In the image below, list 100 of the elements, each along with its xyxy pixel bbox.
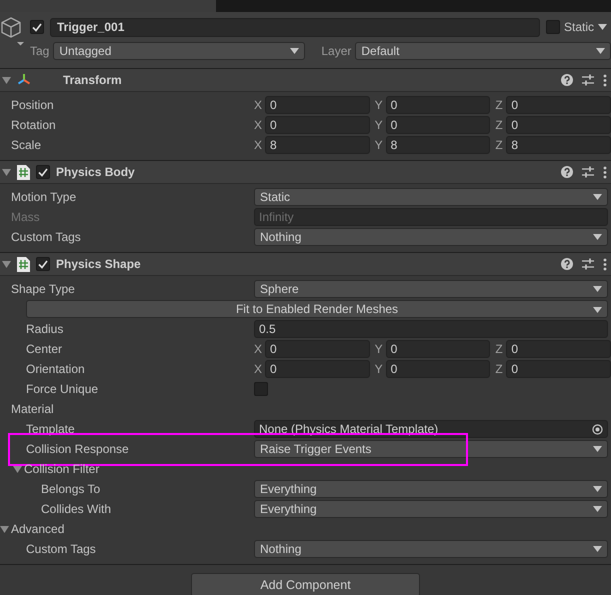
number-field[interactable]: 0	[386, 340, 490, 358]
axis-label: Y	[374, 362, 384, 376]
more-icon[interactable]	[603, 258, 607, 270]
number-field[interactable]: 0	[386, 96, 490, 114]
field-label: Collides With	[41, 502, 112, 516]
dropdown[interactable]: Everything	[254, 500, 608, 518]
cube-icon[interactable]	[0, 16, 24, 46]
number-field[interactable]: 0	[265, 116, 370, 134]
tag-label: Tag	[30, 44, 50, 58]
foldout-arrow-icon[interactable]	[2, 76, 11, 84]
static-label[interactable]: Static	[564, 20, 594, 34]
axis-label: Y	[374, 98, 384, 112]
script-icon	[17, 164, 30, 180]
component-header[interactable]: Physics Shape	[0, 253, 611, 276]
caret-icon	[593, 446, 602, 452]
dropdown[interactable]: Raise Trigger Events	[254, 440, 608, 458]
axes-icon	[17, 73, 31, 87]
number-field[interactable]: 8	[265, 136, 370, 154]
axis-label: Y	[374, 138, 384, 152]
object-picker-icon[interactable]	[592, 424, 603, 434]
field-label: Scale	[11, 138, 42, 152]
axis-label: Y	[374, 342, 384, 356]
foldout-arrow-icon[interactable]	[2, 260, 11, 268]
enable-checkbox[interactable]	[36, 257, 50, 271]
component-title: Physics Body	[56, 165, 136, 179]
field-label: Template	[26, 422, 75, 436]
script-icon	[17, 256, 30, 272]
field-label: Center	[26, 342, 62, 356]
axis-label: Z	[495, 342, 504, 356]
name-field[interactable]: Trigger_001	[50, 18, 540, 36]
number-field[interactable]: 0	[386, 360, 490, 378]
tag-dropdown[interactable]: Untagged	[53, 42, 306, 60]
axis-label: Z	[495, 362, 504, 376]
help-icon[interactable]	[561, 166, 573, 178]
number-field[interactable]: 0	[506, 340, 611, 358]
caret-icon	[598, 24, 607, 30]
number-field[interactable]: 0	[265, 96, 370, 114]
number-field[interactable]: 0	[265, 340, 370, 358]
number-field[interactable]: 0	[506, 360, 611, 378]
checkbox[interactable]	[254, 382, 268, 396]
field-label: Collision Response	[26, 442, 129, 456]
number-field[interactable]: 0	[506, 116, 611, 134]
dropdown[interactable]: Nothing	[254, 540, 608, 558]
dropdown[interactable]: Everything	[254, 480, 608, 498]
number-field[interactable]: 8	[506, 136, 611, 154]
number-field[interactable]: 8	[386, 136, 490, 154]
axis-label: Z	[495, 138, 504, 152]
settings-icon[interactable]	[582, 258, 594, 270]
component-title: Transform	[63, 73, 123, 87]
text-field[interactable]: 0.5	[254, 320, 608, 338]
enable-checkbox[interactable]	[36, 165, 50, 179]
number-field[interactable]: 0	[386, 116, 490, 134]
caret-icon	[596, 48, 605, 54]
axis-label: X	[254, 138, 263, 152]
dropdown[interactable]: Static	[254, 188, 608, 206]
caret-icon	[593, 546, 602, 552]
foldout-arrow-icon[interactable]	[13, 464, 22, 474]
field-label: Custom Tags	[26, 542, 96, 556]
add-component-button[interactable]: Add Component	[191, 573, 420, 595]
more-icon[interactable]	[603, 74, 607, 86]
axis-label: Y	[374, 118, 384, 132]
field-label: Custom Tags	[11, 230, 81, 244]
foldout-arrow-icon[interactable]	[0, 524, 9, 534]
axis-label: X	[254, 342, 263, 356]
more-icon[interactable]	[603, 166, 607, 178]
field-label: Mass	[11, 210, 40, 224]
dropdown[interactable]: Nothing	[254, 228, 608, 246]
caret-icon	[593, 307, 602, 313]
field-label: Orientation	[26, 362, 85, 376]
axis-label: X	[254, 362, 263, 376]
field-label: Belongs To	[41, 482, 100, 496]
axis-label: X	[254, 118, 263, 132]
foldout-arrow-icon[interactable]	[2, 168, 11, 176]
field-label: Position	[11, 98, 54, 112]
settings-icon[interactable]	[582, 166, 594, 178]
caret-icon	[593, 486, 602, 492]
caret-icon	[593, 506, 602, 512]
dropdown[interactable]: Fit to Enabled Render Meshes	[26, 300, 608, 318]
settings-icon[interactable]	[582, 74, 594, 86]
caret-icon	[290, 48, 300, 54]
object-field[interactable]: None (Physics Material Template)	[254, 420, 608, 438]
help-icon[interactable]	[561, 74, 573, 86]
number-field[interactable]: 0	[506, 96, 611, 114]
component-header[interactable]: Transform	[0, 69, 611, 92]
caret-icon	[593, 234, 602, 240]
axis-label: X	[254, 98, 263, 112]
layer-dropdown[interactable]: Default	[355, 42, 611, 60]
static-checkbox[interactable]	[546, 20, 560, 34]
dropdown[interactable]: Sphere	[254, 280, 608, 298]
component-header[interactable]: Physics Body	[0, 161, 611, 184]
field-label: Advanced	[11, 522, 64, 536]
axis-label: Z	[495, 98, 504, 112]
field-label: Material	[11, 402, 54, 416]
caret-icon	[593, 194, 602, 200]
active-checkbox[interactable]	[30, 20, 44, 34]
field-label: Motion Type	[11, 190, 76, 204]
field-label: Radius	[26, 322, 64, 336]
number-field[interactable]: 0	[265, 360, 370, 378]
field-label: Collision Filter	[24, 462, 100, 476]
help-icon[interactable]	[561, 258, 573, 270]
